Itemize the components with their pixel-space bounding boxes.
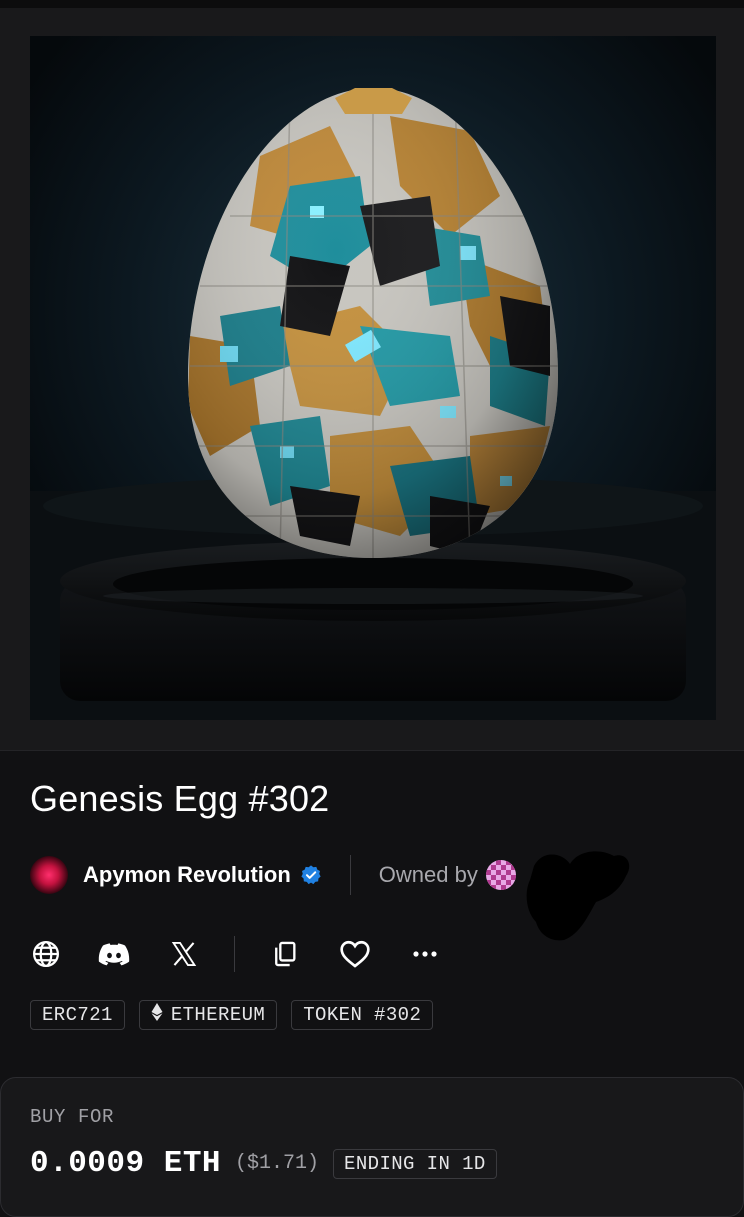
- token-id-tag: TOKEN #302: [291, 1000, 434, 1030]
- ending-badge: ENDING IN 1D: [333, 1148, 497, 1179]
- nft-image[interactable]: [30, 36, 716, 720]
- verified-badge-icon: [300, 864, 322, 886]
- globe-icon[interactable]: [28, 936, 64, 972]
- copy-icon[interactable]: [267, 936, 303, 972]
- price-row: 0.0009 ETH ($1.71) ENDING IN 1D: [30, 1146, 497, 1181]
- chain-tag-label: ETHEREUM: [170, 1004, 266, 1026]
- heart-icon[interactable]: [337, 936, 373, 972]
- chain-tag[interactable]: ETHEREUM: [138, 1000, 278, 1030]
- standard-tag: ERC721: [30, 1000, 125, 1030]
- actions-divider: [234, 936, 235, 972]
- price-usd: ($1.71): [235, 1152, 320, 1175]
- more-icon[interactable]: [407, 936, 443, 972]
- x-logo-icon[interactable]: [166, 936, 202, 972]
- owned-by-label: Owned by: [378, 862, 478, 887]
- collection-name-link[interactable]: Apymon Revolution: [83, 862, 291, 888]
- media-card: [0, 8, 744, 751]
- standard-tag-label: ERC721: [42, 1004, 113, 1026]
- ethereum-icon: [151, 1003, 163, 1027]
- token-tags: ERC721 ETHEREUM TOKEN #302: [30, 1000, 434, 1030]
- top-strip: [0, 0, 744, 8]
- owner-avatar[interactable]: [485, 860, 516, 890]
- header-divider: [349, 855, 351, 895]
- buy-for-label: BUY FOR: [30, 1106, 115, 1128]
- discord-icon[interactable]: [96, 936, 132, 972]
- collection-avatar[interactable]: [30, 856, 68, 894]
- token-id-label: TOKEN #302: [303, 1004, 422, 1026]
- creator-row: Apymon Revolution Owned by: [30, 852, 516, 898]
- price-eth: 0.0009 ETH: [30, 1146, 222, 1181]
- social-actions-row: [28, 932, 443, 976]
- redacted-owner-name: [522, 846, 634, 942]
- item-title: Genesis Egg #302: [30, 778, 330, 819]
